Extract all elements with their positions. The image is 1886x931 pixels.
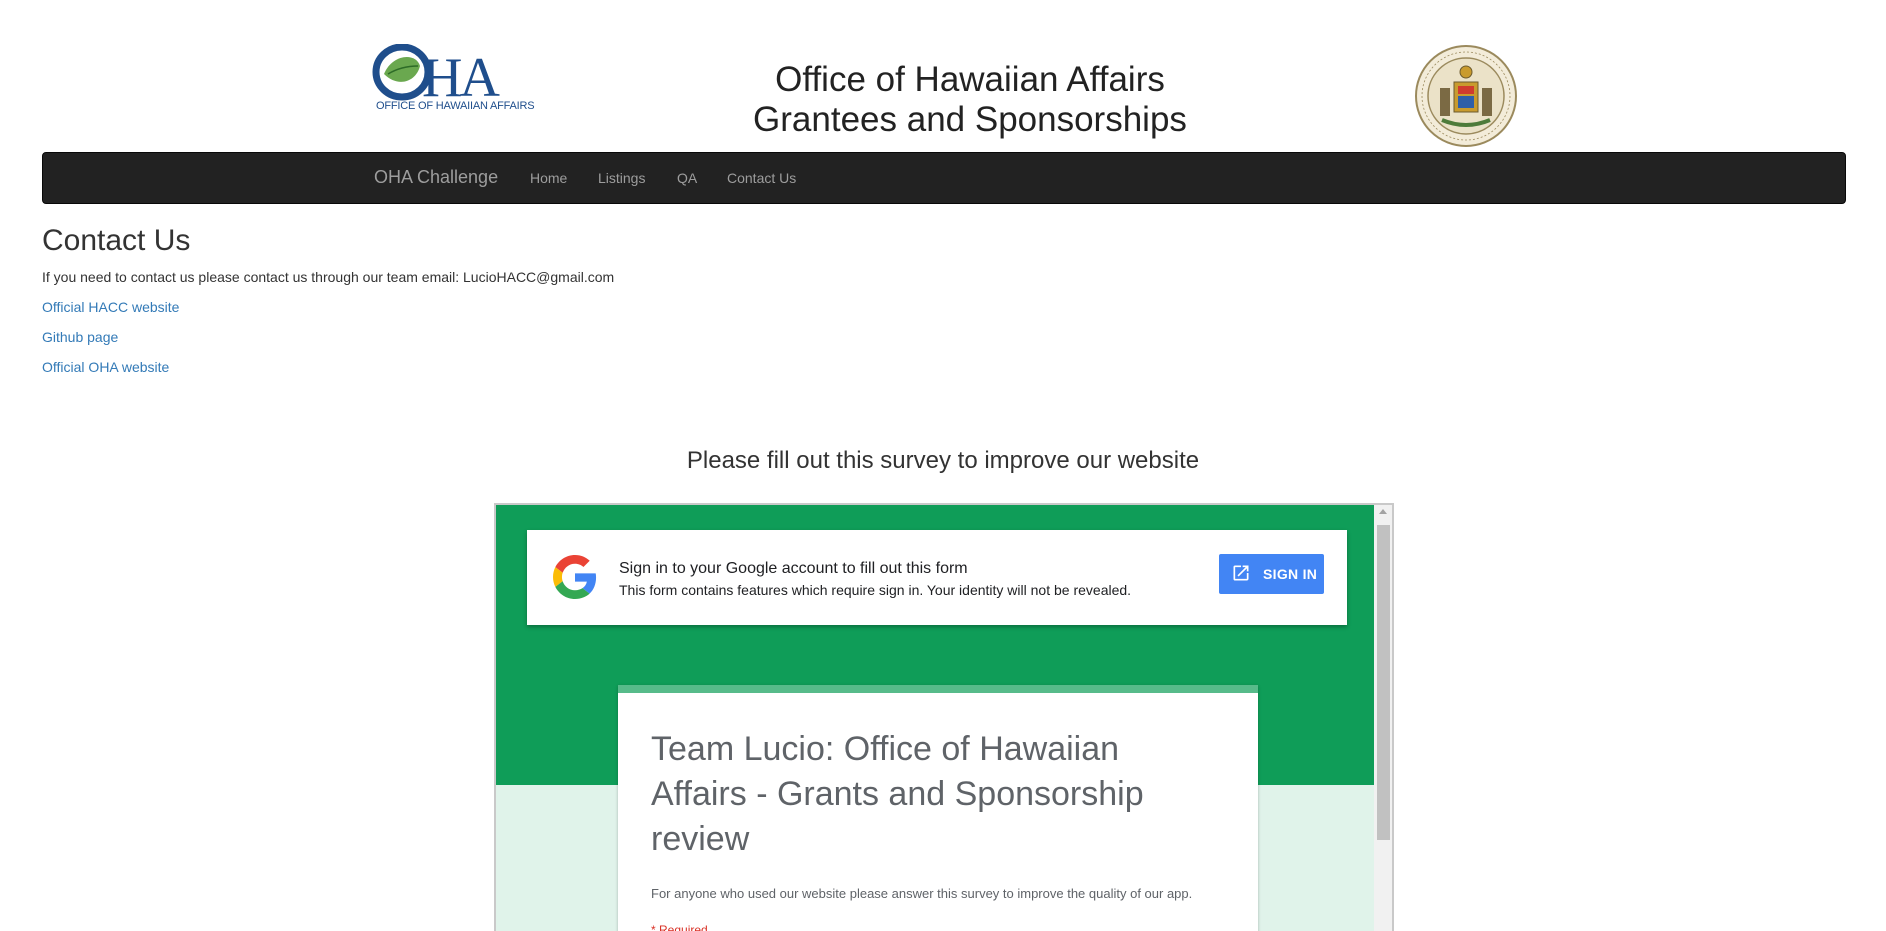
state-seal-icon	[1414, 44, 1518, 148]
open-in-new-icon	[1231, 563, 1251, 586]
scrollbar-thumb[interactable]	[1377, 525, 1390, 840]
required-note: * Required	[651, 923, 708, 931]
nav-home[interactable]: Home	[530, 170, 567, 186]
page-title: Contact Us	[42, 224, 191, 257]
form-card: Team Lucio: Office of Hawaiian Affairs -…	[618, 685, 1258, 931]
signin-card: Sign in to your Google account to fill o…	[527, 530, 1347, 625]
oha-logo: HA OFFICE OF HAWAIIAN AFFAIRS	[372, 44, 535, 112]
signin-title: Sign in to your Google account to fill o…	[619, 560, 968, 577]
contact-intro: If you need to contact us please contact…	[42, 269, 615, 285]
sign-in-label: SIGN IN	[1263, 566, 1318, 582]
navbar-brand[interactable]: OHA Challenge	[374, 167, 498, 188]
site-title: Office of Hawaiian Affairs Grantees and …	[700, 60, 1240, 140]
oha-website-link[interactable]: Official OHA website	[42, 359, 169, 375]
form-description: For anyone who used our website please a…	[651, 886, 1193, 901]
form-title: Team Lucio: Office of Hawaiian Affairs -…	[651, 730, 1144, 858]
nav-qa[interactable]: QA	[677, 170, 697, 186]
google-icon	[553, 554, 597, 600]
sign-in-button[interactable]: SIGN IN	[1219, 554, 1324, 594]
survey-heading: Please fill out this survey to improve o…	[686, 447, 1200, 474]
scroll-up-arrow-icon[interactable]	[1379, 509, 1387, 514]
form-card-accent	[618, 685, 1258, 693]
github-link[interactable]: Github page	[42, 329, 118, 345]
survey-embed-frame: Sign in to your Google account to fill o…	[494, 503, 1394, 931]
title-line-2: Grantees and Sponsorships	[753, 100, 1187, 139]
hacc-website-link[interactable]: Official HACC website	[42, 299, 179, 315]
navbar	[42, 152, 1846, 204]
logo-caption: OFFICE OF HAWAIIAN AFFAIRS	[376, 100, 535, 112]
nav-listings[interactable]: Listings	[598, 170, 645, 186]
signin-subtitle: This form contains features which requir…	[619, 582, 1132, 598]
title-line-1: Office of Hawaiian Affairs	[775, 60, 1165, 99]
nav-contact-us[interactable]: Contact Us	[727, 170, 796, 186]
svg-text:HA: HA	[422, 47, 500, 102]
